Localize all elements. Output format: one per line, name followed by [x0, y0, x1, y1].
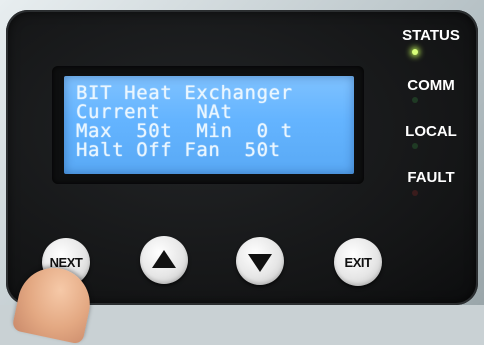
status-label: STATUS — [402, 27, 460, 44]
triangle-down-icon — [248, 253, 272, 272]
device-frame: BIT Heat Exchanger Current NAt Max 50t M… — [0, 0, 484, 345]
exit-button[interactable]: EXIT — [334, 238, 382, 286]
fault-led — [412, 190, 418, 196]
comm-led — [412, 97, 418, 103]
local-led — [412, 143, 418, 149]
fault-label: FAULT — [407, 169, 455, 186]
status-led — [412, 49, 418, 55]
triangle-up-icon — [152, 249, 176, 268]
exit-button-label: EXIT — [344, 254, 372, 270]
down-button[interactable] — [236, 237, 284, 285]
up-button[interactable] — [140, 236, 188, 284]
local-label: LOCAL — [405, 123, 457, 140]
lcd-line-4: Halt Off Fan 50t — [76, 139, 281, 161]
comm-label: COMM — [407, 77, 455, 94]
